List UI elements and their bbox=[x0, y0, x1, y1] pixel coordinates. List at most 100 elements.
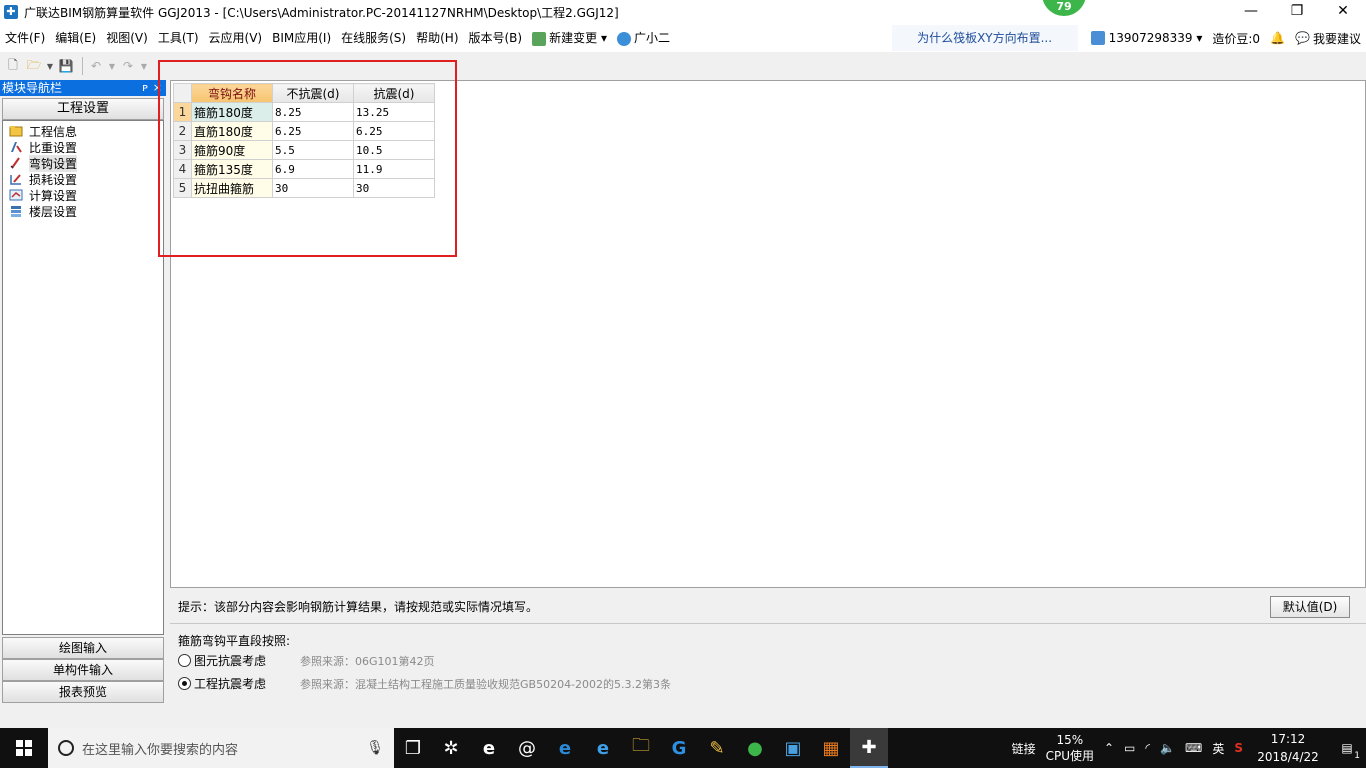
row-number[interactable]: 4 bbox=[173, 159, 192, 179]
menu-version[interactable]: 版本号(B) bbox=[464, 24, 528, 52]
seismic-cell[interactable]: 10.5 bbox=[353, 140, 435, 160]
restore-button[interactable]: ❐ bbox=[1274, 0, 1320, 24]
taskbar-search-box[interactable]: 在这里输入你要搜索的内容 🎙 bbox=[48, 728, 394, 768]
file-explorer-icon[interactable]: 🗀 bbox=[622, 728, 660, 768]
glodon-g-icon[interactable]: G bbox=[660, 728, 698, 768]
ie-icon[interactable]: e bbox=[584, 728, 622, 768]
menu-new-change[interactable]: 新建变更 ▾ bbox=[527, 24, 612, 52]
cpu-usage[interactable]: 15% CPU使用 bbox=[1041, 732, 1099, 764]
tree-item-project-info[interactable]: 工程信息 bbox=[3, 123, 163, 139]
tree-item-weight[interactable]: 比重设置 bbox=[3, 139, 163, 155]
user-account[interactable]: 13907298339 ▾ bbox=[1086, 31, 1208, 45]
option-project-seismic[interactable]: 工程抗震考虑 参照来源：混凝土结构工程施工质量验收规范GB50204-2002的… bbox=[178, 672, 1366, 695]
non-seismic-cell[interactable]: 6.25 bbox=[272, 121, 354, 141]
save-icon[interactable]: 💾 bbox=[57, 57, 75, 75]
menu-file[interactable]: 文件(F) bbox=[0, 24, 50, 52]
hook-name-cell[interactable]: 箍筋180度 bbox=[191, 102, 273, 122]
row-number[interactable]: 1 bbox=[173, 102, 192, 122]
pinwheel-app-icon[interactable]: ✲ bbox=[432, 728, 470, 768]
open-folder-icon[interactable]: 🗁 bbox=[25, 57, 43, 75]
minimize-button[interactable]: — bbox=[1228, 0, 1274, 24]
battery-icon[interactable]: ▭ bbox=[1119, 741, 1140, 755]
non-seismic-cell[interactable]: 8.25 bbox=[272, 102, 354, 122]
microphone-icon[interactable]: 🎙 bbox=[366, 740, 384, 756]
menu-edit[interactable]: 编辑(E) bbox=[50, 24, 101, 52]
seismic-cell[interactable]: 13.25 bbox=[353, 102, 435, 122]
show-hidden-icons-icon[interactable]: ⌃ bbox=[1099, 741, 1119, 755]
sogou-icon[interactable]: S bbox=[1229, 741, 1248, 755]
score-badge[interactable]: 79 bbox=[1042, 0, 1086, 16]
menu-view[interactable]: 视图(V) bbox=[101, 24, 153, 52]
glodon-ggj-icon[interactable]: ✚ bbox=[850, 728, 888, 768]
task-view-icon[interactable]: ❐ bbox=[394, 728, 432, 768]
spiral-app-icon[interactable]: @ bbox=[508, 728, 546, 768]
sidebar-close-icon[interactable]: × bbox=[153, 80, 162, 96]
notification-center-icon[interactable]: ▤ 1 bbox=[1328, 741, 1366, 761]
option-element-seismic[interactable]: 图元抗震考虑 参照来源：06G101第42页 bbox=[178, 649, 1366, 672]
suggest-button[interactable]: 💬 我要建议 bbox=[1290, 30, 1366, 47]
radio-project-seismic[interactable] bbox=[178, 677, 191, 690]
wifi-icon[interactable]: ◜ bbox=[1140, 741, 1155, 755]
tree-item-hook[interactable]: 弯钩设置 bbox=[3, 154, 163, 172]
undo-dropdown-icon[interactable]: ▼ bbox=[108, 57, 116, 75]
non-seismic-cell[interactable]: 5.5 bbox=[272, 140, 354, 160]
menu-help[interactable]: 帮助(H) bbox=[411, 24, 463, 52]
menu-guangxiaoer[interactable]: 广小二 bbox=[612, 24, 675, 52]
tree-item-loss[interactable]: 损耗设置 bbox=[3, 171, 163, 187]
section-project-settings[interactable]: 工程设置 bbox=[2, 98, 164, 120]
edge-icon[interactable]: e bbox=[546, 728, 584, 768]
hook-name-cell[interactable]: 直筋180度 bbox=[191, 121, 273, 141]
menu-online[interactable]: 在线服务(S) bbox=[336, 24, 411, 52]
non-seismic-cell[interactable]: 30 bbox=[272, 178, 354, 198]
tab-report-preview[interactable]: 报表预览 bbox=[2, 681, 164, 703]
row-number[interactable]: 3 bbox=[173, 140, 192, 160]
folder-icon bbox=[9, 124, 23, 138]
notes-app-icon[interactable]: ✎ bbox=[698, 728, 736, 768]
dropdown-arrow-icon[interactable]: ▼ bbox=[46, 57, 54, 75]
redo-icon[interactable]: ↷ bbox=[119, 57, 137, 75]
column-header-seismic[interactable]: 抗震(d) bbox=[353, 83, 435, 103]
price-bean[interactable]: 造价豆:0 bbox=[1207, 30, 1265, 47]
column-header-non-seismic[interactable]: 不抗震(d) bbox=[272, 83, 354, 103]
tree-item-floor[interactable]: 楼层设置 bbox=[3, 203, 163, 219]
keyboard-icon[interactable]: ⌨ bbox=[1180, 741, 1207, 755]
new-file-icon[interactable]: 🗋 bbox=[4, 57, 22, 75]
option-label[interactable]: 工程抗震考虑 bbox=[194, 675, 300, 692]
clock[interactable]: 17:12 2018/4/22 bbox=[1248, 730, 1328, 766]
column-header-hook-name[interactable]: 弯钩名称 bbox=[191, 83, 273, 103]
row-number[interactable]: 5 bbox=[173, 178, 192, 198]
tab-drawing-input[interactable]: 绘图输入 bbox=[2, 637, 164, 659]
menu-cloud[interactable]: 云应用(V) bbox=[204, 24, 268, 52]
corner-cell[interactable] bbox=[173, 83, 192, 103]
ie-browser-icon[interactable]: e bbox=[470, 728, 508, 768]
link-label[interactable]: 链接 bbox=[1007, 740, 1041, 757]
tab-single-component-input[interactable]: 单构件输入 bbox=[2, 659, 164, 681]
hook-name-cell[interactable]: 箍筋135度 bbox=[191, 159, 273, 179]
seismic-cell[interactable]: 11.9 bbox=[353, 159, 435, 179]
undo-icon[interactable]: ↶ bbox=[87, 57, 105, 75]
close-button[interactable]: ✕ bbox=[1320, 0, 1366, 24]
redo-dropdown-icon[interactable]: ▼ bbox=[140, 57, 148, 75]
orange-app-icon[interactable]: ▦ bbox=[812, 728, 850, 768]
tree-item-calc[interactable]: 计算设置 bbox=[3, 187, 163, 203]
green-browser-icon[interactable]: ● bbox=[736, 728, 774, 768]
menu-tools[interactable]: 工具(T) bbox=[153, 24, 204, 52]
seismic-cell[interactable]: 6.25 bbox=[353, 121, 435, 141]
pin-icon[interactable]: ᴘ bbox=[142, 80, 148, 96]
seismic-cell[interactable]: 30 bbox=[353, 178, 435, 198]
store-icon[interactable]: ▣ bbox=[774, 728, 812, 768]
radio-element-seismic[interactable] bbox=[178, 654, 191, 667]
row-number[interactable]: 2 bbox=[173, 121, 192, 141]
ime-indicator[interactable]: 英 bbox=[1207, 740, 1229, 757]
volume-icon[interactable]: 🔈 bbox=[1155, 741, 1180, 755]
bell-icon[interactable]: 🔔 bbox=[1265, 31, 1290, 45]
notice-link[interactable]: 为什么筏板XY方向布置... bbox=[891, 25, 1078, 51]
non-seismic-cell[interactable]: 6.9 bbox=[272, 159, 354, 179]
start-button[interactable] bbox=[0, 728, 48, 768]
hook-name-cell[interactable]: 箍筋90度 bbox=[191, 140, 273, 160]
menu-bim[interactable]: BIM应用(I) bbox=[267, 24, 336, 52]
tree-label: 工程信息 bbox=[29, 124, 78, 139]
option-label[interactable]: 图元抗震考虑 bbox=[194, 652, 300, 669]
default-value-button[interactable]: 默认值(D) bbox=[1270, 596, 1350, 618]
hook-name-cell[interactable]: 抗扭曲箍筋 bbox=[191, 178, 273, 198]
